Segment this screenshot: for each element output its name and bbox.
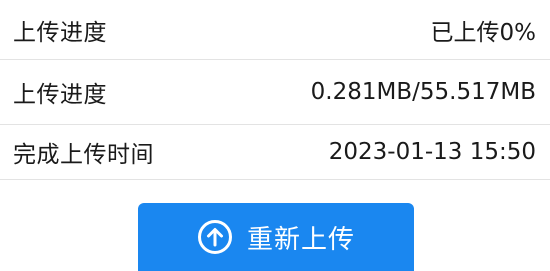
completion-time-row: 完成上传时间 2023-01-13 15:50	[0, 125, 550, 179]
completion-time-value: 2023-01-13 15:50	[328, 139, 536, 165]
reupload-button-label: 重新上传	[246, 224, 355, 255]
reupload-button[interactable]: 重新上传	[138, 203, 414, 271]
upload-progress-label: 上传进度	[13, 82, 107, 108]
completion-time-label: 完成上传时间	[13, 142, 154, 168]
upload-progress-size-value: 0.281MB/55.517MB	[310, 79, 536, 105]
upload-progress-percent-row: 上传进度 已上传0%	[0, 0, 550, 59]
upload-progress-percent-value: 已上传0%	[430, 19, 537, 46]
arrow-up-circle-icon	[197, 219, 233, 255]
row-divider	[0, 179, 550, 180]
upload-progress-size-row: 上传进度 0.281MB/55.517MB	[0, 60, 550, 124]
upload-info-page: 上传进度 已上传0% 上传进度 0.281MB/55.517MB 完成上传时间 …	[0, 0, 550, 271]
upload-progress-label: 上传进度	[13, 19, 107, 46]
